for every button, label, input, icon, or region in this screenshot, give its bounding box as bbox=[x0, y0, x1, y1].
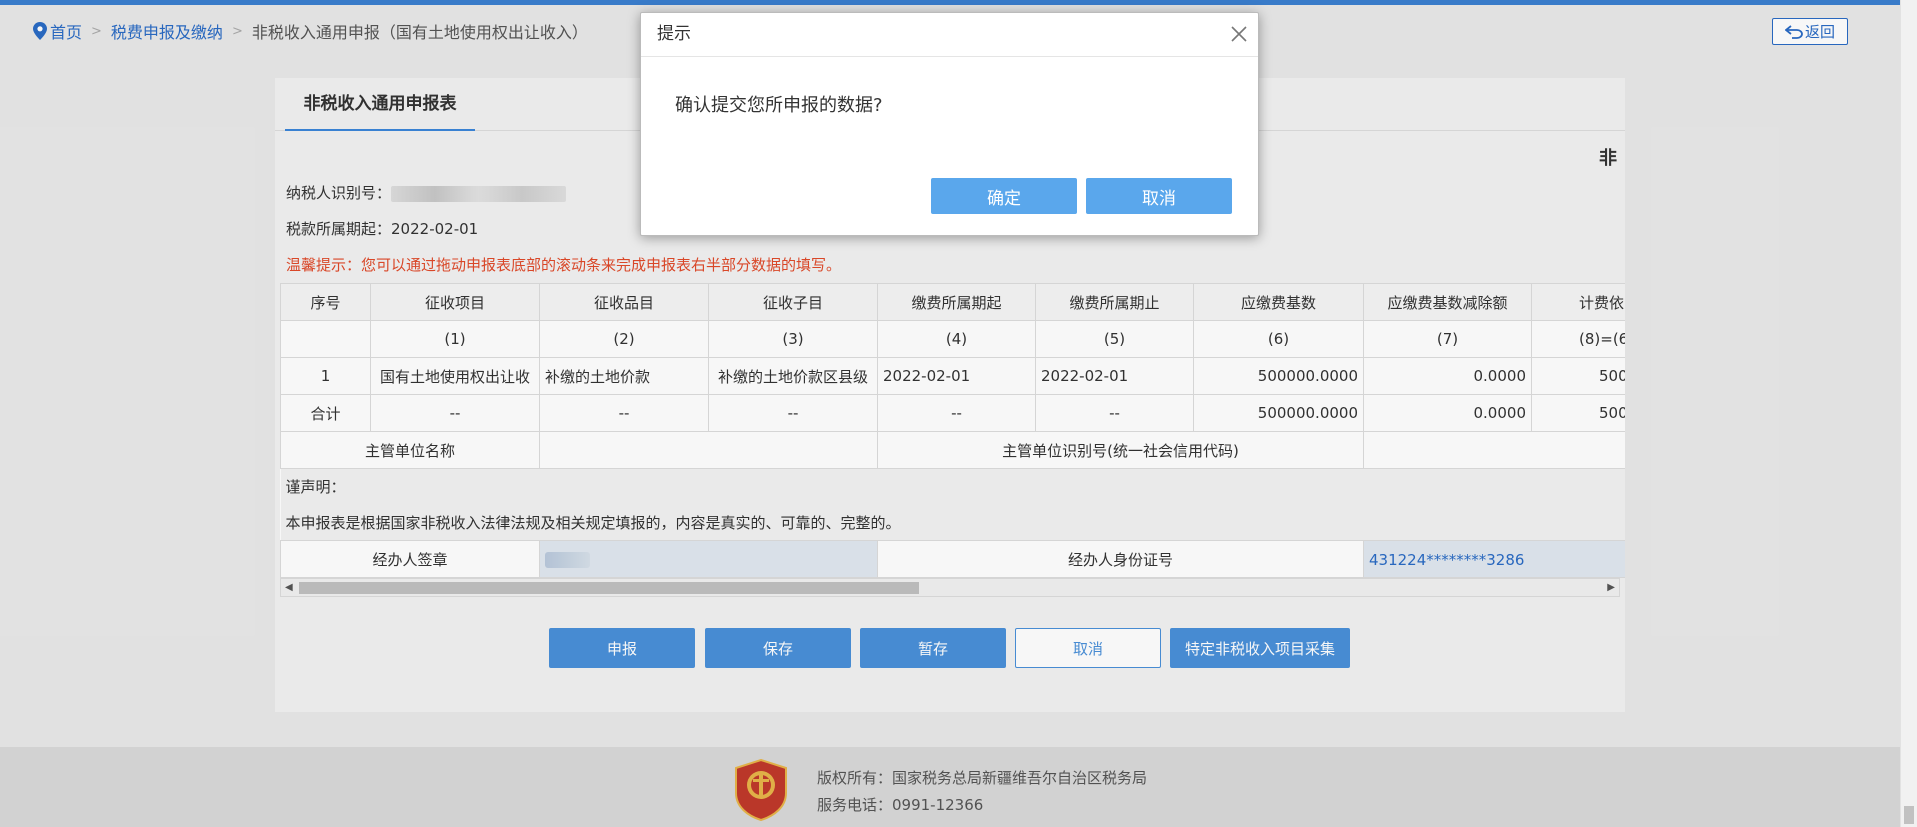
dialog-message: 确认提交您所申报的数据? bbox=[675, 95, 883, 116]
vertical-scrollbar-thumb[interactable] bbox=[1904, 806, 1914, 824]
dialog-header: 提示 bbox=[641, 13, 1258, 57]
confirm-dialog: 提示 确认提交您所申报的数据? 确定 取消 bbox=[640, 12, 1259, 236]
close-icon[interactable] bbox=[1230, 25, 1248, 43]
confirm-ok-button[interactable]: 确定 bbox=[931, 178, 1077, 214]
vertical-scrollbar[interactable] bbox=[1900, 0, 1917, 827]
dialog-title: 提示 bbox=[657, 24, 691, 44]
confirm-cancel-button[interactable]: 取消 bbox=[1086, 178, 1232, 214]
